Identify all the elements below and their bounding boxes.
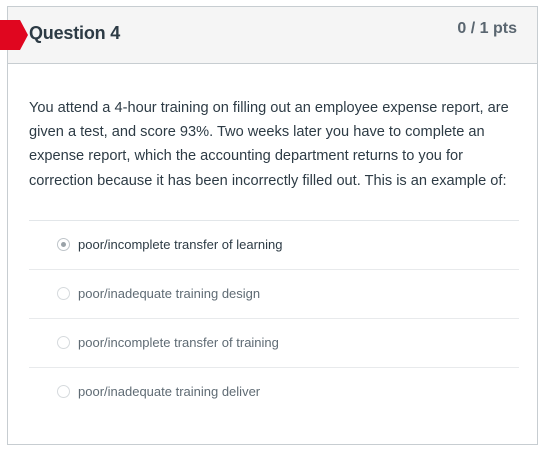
question-body: You attend a 4-hour training on filling … bbox=[8, 64, 537, 416]
question-title: Question 4 bbox=[29, 23, 121, 43]
answer-label: poor/incomplete transfer of learning bbox=[78, 237, 283, 253]
quiz-question-card: Question 4 0 / 1 pts You attend a 4-hour… bbox=[0, 6, 538, 445]
answer-label: poor/incomplete transfer of training bbox=[78, 335, 279, 351]
radio-button-selected[interactable] bbox=[57, 238, 70, 252]
question-header: Question 4 0 / 1 pts bbox=[0, 7, 537, 64]
answer-label: poor/inadequate training deliver bbox=[78, 384, 261, 400]
question-prompt: You attend a 4-hour training on filling … bbox=[29, 100, 509, 189]
answer-option[interactable]: poor/inadequate training design bbox=[29, 270, 519, 319]
question-points: 0 / 1 pts bbox=[457, 20, 517, 37]
answer-label: poor/inadequate training design bbox=[78, 286, 261, 302]
radio-button[interactable] bbox=[57, 287, 70, 301]
flag-icon[interactable] bbox=[0, 20, 28, 50]
answer-list: poor/incomplete transfer of learning poo… bbox=[29, 219, 519, 416]
radio-button[interactable] bbox=[57, 385, 70, 399]
radio-button[interactable] bbox=[57, 336, 70, 350]
answer-option[interactable]: poor/incomplete transfer of learning bbox=[29, 221, 519, 270]
answer-option[interactable]: poor/incomplete transfer of training bbox=[29, 319, 519, 368]
answer-option[interactable]: poor/inadequate training deliver bbox=[29, 368, 519, 416]
